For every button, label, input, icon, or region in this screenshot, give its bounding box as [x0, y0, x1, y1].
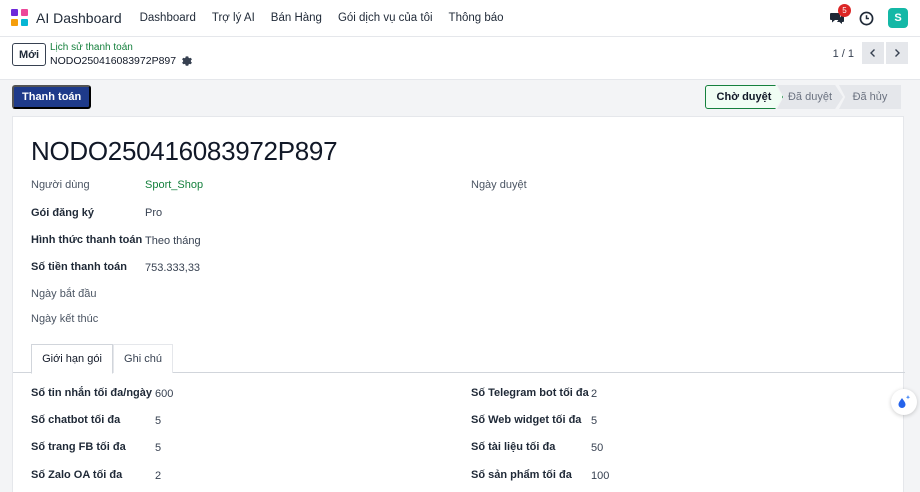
- notebook-tabs: Giới hạn gói Ghi chú: [13, 344, 905, 374]
- limit-value-zalo-oa[interactable]: 2: [155, 470, 161, 482]
- field-label-user: Người dùng: [31, 179, 90, 191]
- limit-value-fb-pages[interactable]: 5: [155, 442, 161, 454]
- limit-value-messages[interactable]: 600: [155, 388, 173, 400]
- tab-notes[interactable]: Ghi chú: [113, 344, 173, 373]
- field-label-amount: Số tiền thanh toán: [31, 261, 127, 273]
- limit-label-documents: Số tài liệu tối đa: [471, 441, 556, 453]
- pager-previous-button[interactable]: [862, 42, 884, 64]
- nav-item-notifications[interactable]: Thông báo: [449, 12, 504, 24]
- status-bar: Thanh toán Chờ duyệt Đã duyệt Đã hủy: [0, 81, 920, 114]
- limit-value-telegram[interactable]: 2: [591, 388, 597, 400]
- pager-next-button[interactable]: [886, 42, 908, 64]
- nav-item-my-services[interactable]: Gói dịch vụ của tôi: [338, 12, 433, 24]
- field-label-start-date: Ngày bắt đầu: [31, 288, 97, 300]
- stage-cancelled[interactable]: Đã hủy: [839, 85, 901, 109]
- tab-plan-limits[interactable]: Giới hạn gói: [31, 344, 113, 374]
- limit-label-telegram: Số Telegram bot tối đa: [471, 387, 589, 399]
- field-value-amount[interactable]: 753.333,33: [145, 262, 200, 274]
- nav-item-ai-assistant[interactable]: Trợ lý AI: [212, 12, 255, 24]
- limit-label-chatbots: Số chatbot tối đa: [31, 414, 121, 426]
- top-navbar: AI Dashboard Dashboard Trợ lý AI Bán Hàn…: [0, 0, 920, 37]
- nav-item-dashboard[interactable]: Dashboard: [140, 12, 196, 24]
- limit-label-zalo-oa: Số Zalo OA tối đa: [31, 469, 123, 481]
- new-button[interactable]: Mới: [12, 43, 46, 66]
- limit-label-products: Số sản phẩm tối đa: [471, 469, 572, 481]
- gear-icon[interactable]: [182, 56, 192, 66]
- limit-value-chatbots[interactable]: 5: [155, 415, 161, 427]
- sparkle-drop-icon: [898, 395, 911, 408]
- field-value-user[interactable]: Sport_Shop: [145, 179, 203, 191]
- control-panel: Mới Lịch sử thanh toán NODO250416083972P…: [0, 37, 920, 80]
- stage-approved[interactable]: Đã duyệt: [777, 85, 843, 109]
- chevron-left-icon: [870, 49, 875, 57]
- field-value-payment-method[interactable]: Theo tháng: [145, 235, 201, 247]
- form-sheet: NODO250416083972P897 Người dùng Sport_Sh…: [12, 116, 905, 492]
- messages-button[interactable]: 5: [829, 4, 851, 26]
- pager-value[interactable]: 1 / 1: [833, 48, 854, 60]
- breadcrumb-current: NODO250416083972P897: [50, 55, 192, 67]
- field-label-payment-method: Hình thức thanh toán: [31, 234, 143, 246]
- field-label-end-date: Ngày kết thúc: [31, 313, 99, 325]
- chevron-right-icon: [895, 49, 900, 57]
- limit-value-web-widget[interactable]: 5: [591, 415, 597, 427]
- breadcrumb-current-label: NODO250416083972P897: [50, 55, 177, 67]
- apps-grid-icon[interactable]: [11, 9, 29, 27]
- breadcrumb-parent-link[interactable]: Lịch sử thanh toán: [50, 42, 133, 53]
- stage-pending[interactable]: Chờ duyệt: [705, 85, 783, 109]
- limit-label-fb-pages: Số trang FB tối đa: [31, 441, 126, 453]
- limit-label-messages: Số tin nhắn tối đa/ngày: [31, 387, 152, 399]
- clock-icon[interactable]: [859, 11, 874, 26]
- limit-value-documents[interactable]: 50: [591, 442, 603, 454]
- limit-value-products[interactable]: 100: [591, 470, 609, 482]
- limit-label-web-widget: Số Web widget tối đa: [471, 414, 582, 426]
- field-value-plan[interactable]: Pro: [145, 207, 162, 219]
- ai-assistant-fab[interactable]: [891, 389, 917, 415]
- nav-item-sales[interactable]: Bán Hàng: [271, 12, 322, 24]
- app-title[interactable]: AI Dashboard: [36, 10, 122, 26]
- status-stages: Chờ duyệt Đã duyệt Đã hủy: [705, 85, 901, 109]
- field-label-plan: Gói đăng ký: [31, 207, 94, 219]
- message-count-badge: 5: [838, 4, 851, 17]
- record-title: NODO250416083972P897: [31, 136, 338, 166]
- field-label-approval-date: Ngày duyệt: [471, 179, 527, 191]
- user-avatar[interactable]: S: [888, 8, 908, 28]
- pay-button[interactable]: Thanh toán: [12, 85, 92, 109]
